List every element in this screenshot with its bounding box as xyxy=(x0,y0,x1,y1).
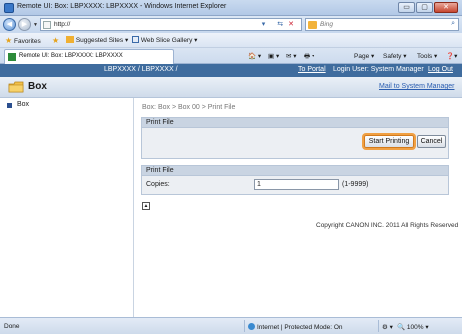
tab-page-icon xyxy=(8,53,16,61)
url-field[interactable]: http:// ▾ ⇆✕ xyxy=(40,18,302,31)
bullet-icon xyxy=(7,103,12,108)
security-zone[interactable]: Internet | Protected Mode: On xyxy=(248,323,343,331)
back-button[interactable]: ◀ xyxy=(3,18,16,31)
print-settings-panel: Print File Copies: 1 (1-9999) xyxy=(141,165,449,195)
device-bar: LBPXXXX / LBPXXXX / To Portal Login User… xyxy=(0,64,462,77)
page-menu[interactable]: Page ▾ xyxy=(354,52,374,60)
nav-history-dropdown[interactable]: ▼ xyxy=(33,22,38,28)
address-bar: ◀ ▶ ▼ http:// ▾ ⇆✕ Bing ⌕ xyxy=(0,16,462,33)
url-text[interactable]: http:// xyxy=(54,21,70,28)
page-title: Box xyxy=(28,81,47,92)
sidebar-item-box[interactable]: Box xyxy=(0,100,133,111)
tab-title: Remote UI: Box: LBPXXXX: LBPXXXX xyxy=(19,53,123,59)
start-printing-button[interactable]: Start Printing xyxy=(364,135,414,148)
tools-menu[interactable]: Tools ▾ xyxy=(417,52,437,60)
status-bar: Done Internet | Protected Mode: On ⚙ ▾ 🔍… xyxy=(0,317,462,334)
logout-link[interactable]: Log Out xyxy=(428,66,453,73)
copies-label: Copies: xyxy=(146,181,170,188)
tab-bar: Remote UI: Box: LBPXXXX: LBPXXXX 🏠 ▾ ▣ ▾… xyxy=(0,48,462,64)
help-menu[interactable]: ❓▾ xyxy=(446,52,457,60)
page-icon xyxy=(43,21,51,29)
globe-icon xyxy=(248,323,255,330)
close-button[interactable]: ✕ xyxy=(434,2,458,13)
back-to-top-icon[interactable]: ▲ xyxy=(142,202,150,210)
search-placeholder[interactable]: Bing xyxy=(320,21,333,28)
address-tools[interactable]: ▾ ⇆✕ xyxy=(262,20,299,28)
suggested-sites-icon xyxy=(66,36,74,43)
breadcrumb: Box: Box > Box 00 > Print File xyxy=(142,104,236,111)
maximize-button[interactable]: ▢ xyxy=(416,2,433,13)
folder-icon xyxy=(8,81,24,93)
copyright: Copyright CANON INC. 2011 All Rights Res… xyxy=(316,222,459,229)
add-favorite-icon[interactable]: ★ xyxy=(52,36,59,45)
home-button[interactable]: 🏠 ▾ xyxy=(248,52,261,60)
search-input[interactable]: Bing ⌕ xyxy=(305,18,459,31)
search-icon[interactable]: ⌕ xyxy=(451,20,455,28)
tab-remote-ui[interactable]: Remote UI: Box: LBPXXXX: LBPXXXX xyxy=(4,49,174,64)
web-slice-icon xyxy=(132,36,139,43)
ie-icon xyxy=(4,3,14,13)
print-button[interactable]: 🖶 ▾ xyxy=(304,52,314,63)
mail-to-system-manager-link[interactable]: Mail to System Manager xyxy=(379,83,454,90)
device-name: LBPXXXX / LBPXXXX / xyxy=(104,66,178,73)
copies-range: (1-9999) xyxy=(342,181,369,188)
status-divider xyxy=(378,320,379,332)
status-divider xyxy=(244,320,245,332)
to-portal-link[interactable]: To Portal xyxy=(298,66,326,73)
sidebar: Box xyxy=(0,98,134,317)
window-titlebar: Remote UI: Box: LBPXXXX: LBPXXXX - Windo… xyxy=(0,0,462,16)
print-file-panel: Print File Start Printing Cancel xyxy=(141,117,449,159)
status-text: Done xyxy=(4,323,20,330)
stop-icon[interactable]: ✕ xyxy=(288,21,299,28)
bing-icon xyxy=(308,21,317,29)
login-user: Login User: System Manager xyxy=(333,66,424,73)
minimize-button[interactable]: ▭ xyxy=(398,2,415,13)
star-icon: ★ xyxy=(5,36,13,45)
window-title: Remote UI: Box: LBPXXXX: LBPXXXX - Windo… xyxy=(17,3,227,10)
zoom-level[interactable]: 🔍 100% ▾ xyxy=(397,323,429,331)
mail-button[interactable]: ✉ ▾ xyxy=(286,52,297,60)
box-header: Box Mail to System Manager xyxy=(0,77,462,98)
forward-button[interactable]: ▶ xyxy=(18,18,31,31)
print-settings-panel-header: Print File xyxy=(142,166,448,176)
feeds-button[interactable]: ▣ ▾ xyxy=(268,52,279,60)
favorites-bar: ★ Favorites ★ Suggested Sites ▾ Web Slic… xyxy=(0,33,462,48)
refresh-icon[interactable]: ▾ ⇆ xyxy=(262,21,288,28)
status-tools[interactable]: ⚙ ▾ xyxy=(382,323,393,331)
sidebar-item-label: Box xyxy=(17,101,30,108)
web-slice-gallery-link[interactable]: Web Slice Gallery ▾ xyxy=(132,36,197,44)
window-controls: ▭ ▢ ✕ xyxy=(397,2,458,13)
suggested-sites-link[interactable]: Suggested Sites ▾ xyxy=(66,36,128,44)
safety-menu[interactable]: Safety ▾ xyxy=(383,52,407,60)
favorites-button[interactable]: ★ Favorites xyxy=(5,36,41,45)
copies-field[interactable]: 1 xyxy=(254,179,339,190)
print-file-panel-header: Print File xyxy=(142,118,448,128)
cancel-button[interactable]: Cancel xyxy=(417,135,446,148)
page-content: LBPXXXX / LBPXXXX / To Portal Login User… xyxy=(0,64,462,317)
